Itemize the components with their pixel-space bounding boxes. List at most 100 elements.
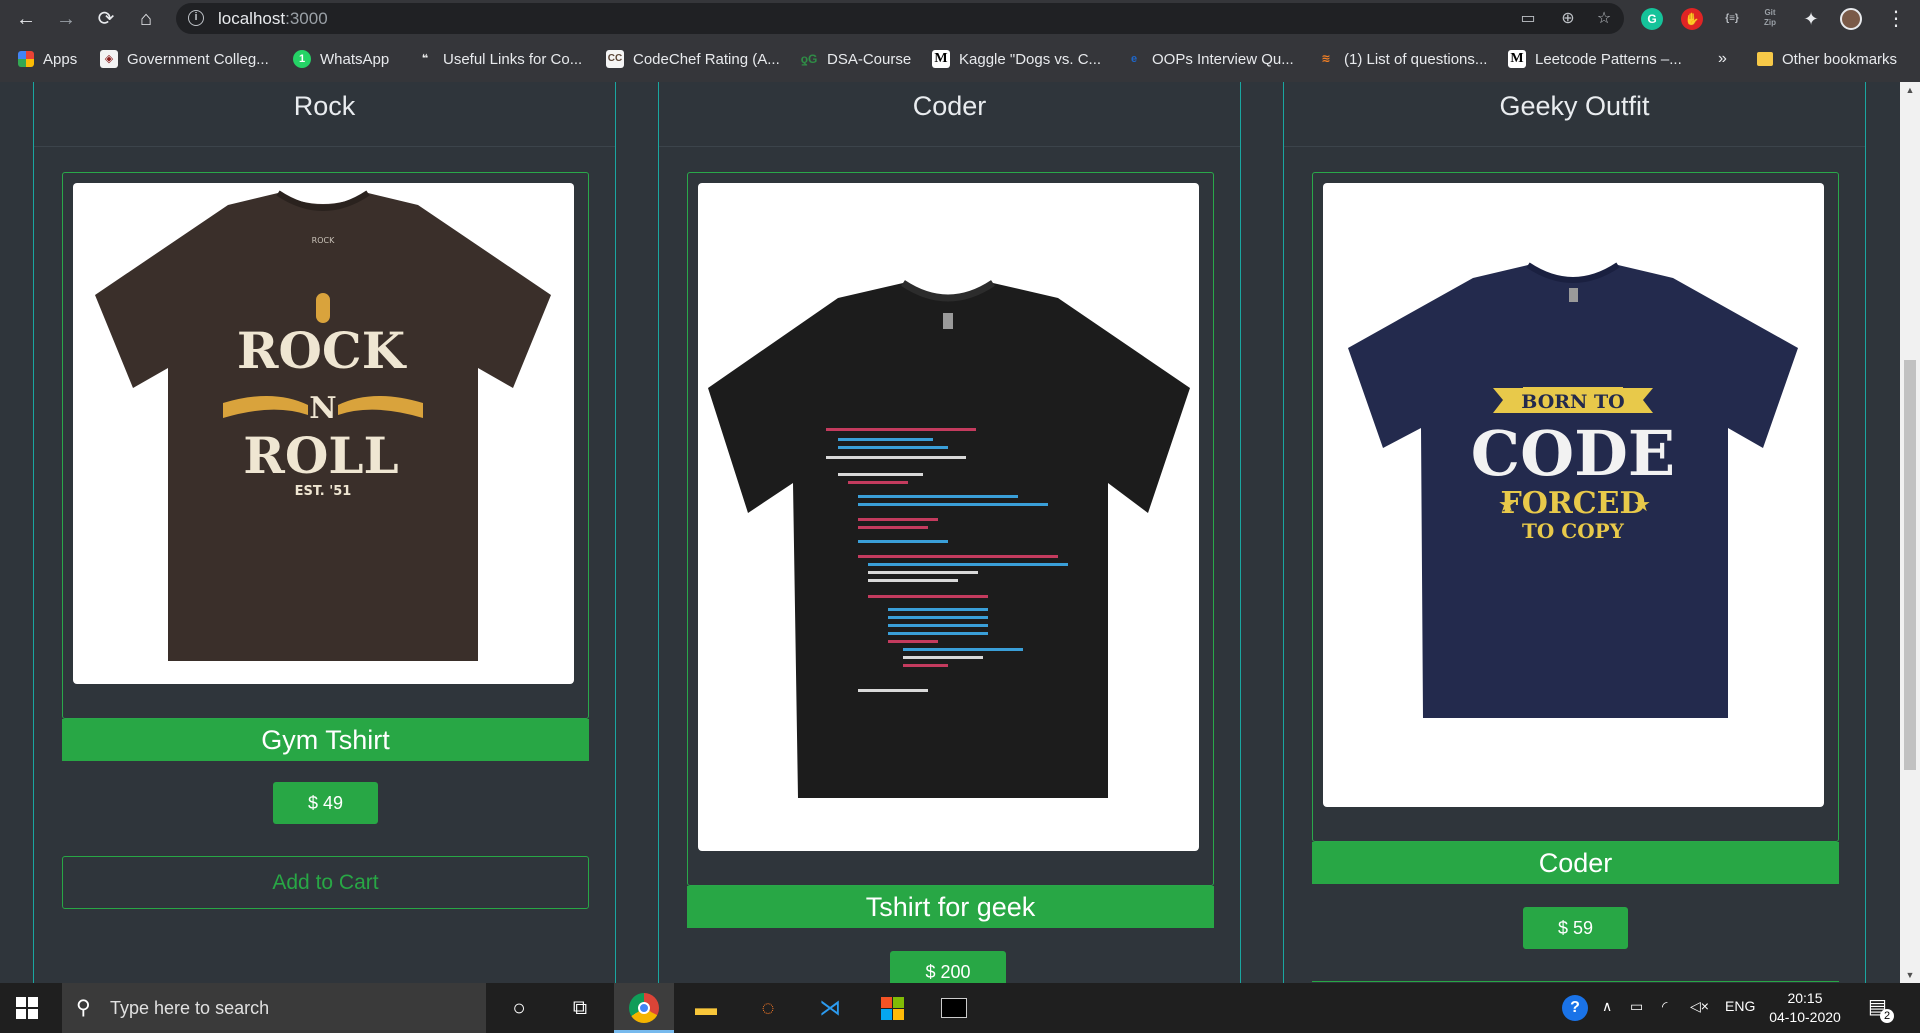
- help-icon[interactable]: ?: [1562, 995, 1588, 1021]
- bookmark-oops-interview[interactable]: e OOPs Interview Qu...: [1125, 48, 1294, 70]
- medium-icon: M: [1508, 50, 1526, 68]
- add-to-cart-button[interactable]: Add to Cart: [62, 856, 589, 909]
- print-born-to: BORN TO: [1521, 391, 1624, 413]
- bookmark-list-of-questions[interactable]: ≋ (1) List of questions...: [1317, 48, 1487, 70]
- forward-arrow-icon[interactable]: →: [52, 5, 80, 33]
- bookmark-label: Government Colleg...: [127, 50, 269, 68]
- star-icon: ★: [1498, 494, 1516, 516]
- json-extension-icon[interactable]: {≡}: [1721, 8, 1743, 30]
- back-arrow-icon[interactable]: ←: [12, 5, 40, 33]
- bookmark-apps[interactable]: Apps: [18, 48, 77, 70]
- task-view-icon[interactable]: ⧉: [565, 993, 595, 1023]
- grammarly-extension-icon[interactable]: G: [1641, 8, 1663, 30]
- cast-icon[interactable]: ▭: [1518, 9, 1538, 29]
- cortana-icon[interactable]: ○: [504, 993, 534, 1023]
- bookmark-label: WhatsApp: [320, 50, 390, 68]
- system-clock[interactable]: 20:15 04-10-2020: [1764, 989, 1846, 1027]
- globe-icon: e: [1130, 53, 1138, 65]
- zoom-icon[interactable]: ⊕: [1558, 9, 1578, 29]
- price-button[interactable]: $ 200: [890, 951, 1006, 983]
- bookmark-dsa-course[interactable]: ƍG DSA-Course: [800, 48, 912, 70]
- card-category-title: Rock: [293, 91, 356, 121]
- language-indicator[interactable]: ENG: [1725, 998, 1755, 1014]
- bookmark-useful-links[interactable]: ❝ Useful Links for Co...: [416, 48, 582, 70]
- chevron-up-icon[interactable]: ∧: [1602, 998, 1612, 1015]
- bookmark-star-icon[interactable]: ☆: [1594, 9, 1614, 29]
- windows-start-icon[interactable]: [16, 997, 38, 1019]
- page-scrollbar[interactable]: ▲ ▼: [1900, 82, 1920, 983]
- product-name: Gym Tshirt: [62, 719, 589, 761]
- product-card: Geeky Outfit BORN TO CODE FORCED ★ ★ TO …: [1283, 82, 1866, 983]
- more-bookmarks-button[interactable]: »: [1718, 48, 1727, 70]
- wifi-icon[interactable]: ◜: [1662, 998, 1667, 1015]
- gfg-icon: ƍG: [800, 52, 818, 66]
- bookmark-label: CodeChef Rating (A...: [633, 50, 780, 68]
- print-est: EST. '51: [295, 484, 352, 499]
- search-icon: ⚲: [76, 997, 91, 1019]
- home-icon[interactable]: ⌂: [132, 5, 160, 33]
- vscode-icon[interactable]: ⋊: [815, 993, 845, 1023]
- file-explorer-icon[interactable]: ▬: [691, 993, 721, 1023]
- gitzip-extension-icon[interactable]: Git Zip: [1759, 8, 1781, 30]
- star-icon: ★: [1633, 494, 1651, 516]
- print-text: ROCK: [312, 236, 335, 245]
- price-button[interactable]: $ 49: [273, 782, 378, 824]
- other-bookmarks-folder[interactable]: Other bookmarks: [1757, 48, 1897, 70]
- jupyter-icon[interactable]: ◌: [753, 993, 783, 1023]
- search-placeholder: Type here to search: [110, 998, 270, 1018]
- bookmark-whatsapp[interactable]: 1 WhatsApp: [293, 48, 389, 70]
- add-to-cart-button-edge: [1312, 981, 1839, 982]
- bookmark-label: (1) List of questions...: [1344, 50, 1488, 68]
- app-icon[interactable]: [877, 993, 907, 1023]
- navigation-bar: ← → ⟳ ⌂ i localhost:3000 ▭ ⊕ ☆ G ✋ {≡} G…: [0, 0, 1920, 38]
- print-forced: FORCED: [1500, 486, 1645, 521]
- address-bar[interactable]: i localhost:3000 ▭ ⊕ ☆: [176, 3, 1624, 34]
- price-button[interactable]: $ 59: [1523, 907, 1628, 949]
- bookmark-codechef[interactable]: CC CodeChef Rating (A...: [606, 48, 780, 70]
- card-category-title: Coder: [912, 91, 987, 121]
- print-n: N: [309, 391, 336, 426]
- bookmark-label: Useful Links for Co...: [443, 50, 583, 68]
- product-card: Coder Tshirt for geek $ 200: [658, 82, 1241, 983]
- menu-kebab-icon[interactable]: ⋮: [1882, 5, 1910, 33]
- bookmark-government-college[interactable]: ◈ Government Colleg...: [100, 48, 269, 70]
- chat-bubble-icon: ❝: [421, 53, 429, 65]
- chrome-icon[interactable]: [629, 993, 659, 1023]
- print-code: CODE: [1471, 417, 1675, 490]
- page-viewport: Rock ROCK ROCK N ROLL EST. '51 Gym Tshir…: [0, 82, 1900, 983]
- chevron-double-right-icon: »: [1718, 50, 1727, 67]
- bookmark-label: Kaggle "Dogs vs. C...: [959, 50, 1102, 68]
- browser-chrome: ← → ⟳ ⌂ i localhost:3000 ▭ ⊕ ☆ G ✋ {≡} G…: [0, 0, 1920, 82]
- tshirt-born-to-code-image: BORN TO CODE FORCED ★ ★ TO COPY: [1348, 262, 1798, 718]
- site-info-icon[interactable]: i: [188, 10, 204, 26]
- product-image[interactable]: BORN TO CODE FORCED ★ ★ TO COPY: [1323, 183, 1824, 807]
- volume-muted-icon[interactable]: ◁×: [1690, 998, 1709, 1015]
- product-image-frame: BORN TO CODE FORCED ★ ★ TO COPY: [1312, 172, 1839, 842]
- scroll-down-arrow-icon[interactable]: ▼: [1900, 967, 1920, 983]
- scrollbar-thumb[interactable]: [1904, 360, 1916, 770]
- url-text: localhost:3000: [218, 9, 328, 28]
- product-image[interactable]: ROCK ROCK N ROLL EST. '51: [73, 183, 574, 684]
- bookmark-leetcode-patterns[interactable]: M Leetcode Patterns –...: [1508, 48, 1682, 70]
- stack-icon: ≋: [1321, 53, 1331, 65]
- tshirt-code-image: [708, 280, 1190, 798]
- battery-icon[interactable]: ▭: [1630, 998, 1643, 1015]
- clock-date: 04-10-2020: [1769, 1009, 1841, 1025]
- product-image-frame: [687, 172, 1214, 886]
- product-card: Rock ROCK ROCK N ROLL EST. '51 Gym Tshir…: [33, 82, 616, 983]
- whatsapp-icon: 1: [293, 50, 311, 68]
- print-to-copy: TO COPY: [1522, 519, 1625, 543]
- terminal-icon[interactable]: [939, 993, 969, 1023]
- scroll-up-arrow-icon[interactable]: ▲: [1900, 82, 1920, 98]
- adblock-extension-icon[interactable]: ✋: [1681, 8, 1703, 30]
- product-image[interactable]: [698, 183, 1199, 851]
- bookmark-kaggle-medium[interactable]: M Kaggle "Dogs vs. C...: [932, 48, 1101, 70]
- notification-count-badge: 2: [1880, 1009, 1894, 1023]
- reload-icon[interactable]: ⟳: [92, 5, 120, 33]
- taskbar-search-box[interactable]: ⚲ Type here to search: [62, 983, 486, 1033]
- avatar[interactable]: [1840, 8, 1862, 30]
- bookmark-label: DSA-Course: [827, 50, 912, 68]
- folder-icon: [1757, 52, 1773, 66]
- puzzle-icon[interactable]: ✦: [1800, 8, 1822, 30]
- bookmark-label: Other bookmarks: [1782, 50, 1898, 68]
